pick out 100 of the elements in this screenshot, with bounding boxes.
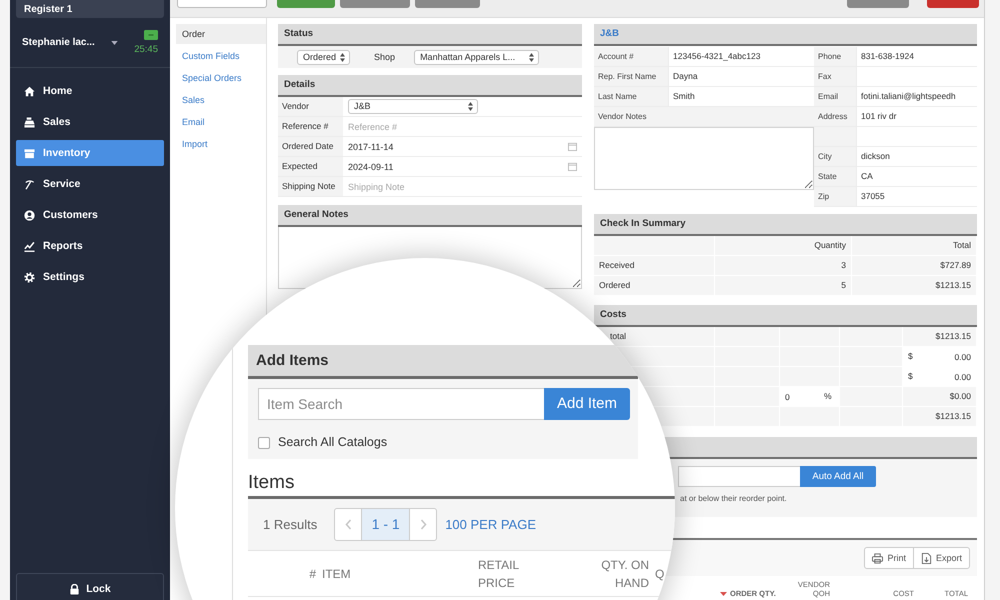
- field-label: Reference #: [278, 117, 343, 136]
- field-label: Ordered Date: [278, 137, 343, 156]
- cost-value: $1213.15: [903, 327, 977, 346]
- field-label: Account #: [594, 47, 668, 66]
- sidebar-item[interactable]: Reports: [16, 233, 164, 259]
- text-field[interactable]: Shipping Note: [348, 180, 577, 194]
- toolbar-button[interactable]: [927, 0, 979, 8]
- lock-icon: [69, 584, 80, 595]
- field-value: fotini.taliani@lightspeedh: [856, 87, 977, 106]
- sidebar-item[interactable]: Home: [16, 78, 164, 104]
- text-field[interactable]: Reference #: [348, 120, 577, 134]
- cost-value: $0.00: [903, 387, 977, 406]
- add-item-button[interactable]: Add Item: [544, 388, 630, 420]
- subnav-item[interactable]: Custom Fields: [176, 46, 266, 66]
- timer-text: 25:45: [134, 44, 158, 55]
- section-header: Check In Summary: [594, 214, 977, 236]
- column-header: ITEM: [322, 566, 352, 582]
- sidebar-item[interactable]: Sales: [16, 109, 164, 135]
- reorder-note: at or below their reorder point.: [680, 493, 787, 505]
- field-label: City: [814, 147, 856, 166]
- document-icon: [920, 552, 932, 564]
- up-down-arrows-icon: [529, 52, 534, 62]
- reorder-field[interactable]: [678, 466, 800, 487]
- section-header: Details: [278, 75, 582, 97]
- sidebar-item[interactable]: Settings: [16, 264, 164, 290]
- field-label: Shipping Note: [278, 177, 343, 196]
- toolbar-button[interactable]: [847, 0, 909, 8]
- field-label: Phone: [814, 47, 856, 66]
- table-cell: $727.89: [852, 256, 977, 275]
- field-label: Vendor Notes: [594, 107, 814, 127]
- column-header: #: [308, 566, 316, 582]
- field-value: dickson: [856, 147, 977, 166]
- line-chart-icon: [24, 240, 35, 252]
- field-label: Vendor: [278, 97, 343, 116]
- field-value: 37055: [856, 187, 977, 206]
- item-search-field[interactable]: Item Search: [258, 388, 544, 420]
- sidebar-item[interactable]: Service: [16, 171, 164, 197]
- toolbar-button[interactable]: [277, 0, 335, 8]
- field-value: 101 riv dr: [856, 107, 977, 126]
- notes-field[interactable]: [594, 127, 814, 190]
- per-page-link[interactable]: 100 PER PAGE: [445, 516, 536, 532]
- register-label: Register 1: [16, 0, 164, 18]
- date-field[interactable]: 2024-09-11: [348, 160, 564, 174]
- cost-value: $1213.15: [903, 407, 977, 426]
- toolbar-button[interactable]: [177, 0, 267, 8]
- field-label: Fax: [814, 67, 856, 86]
- home-icon: [24, 86, 35, 96]
- lock-button[interactable]: Lock: [16, 573, 164, 600]
- column-header: Quantity: [715, 236, 852, 255]
- percent-field[interactable]: 0: [780, 387, 824, 406]
- sidebar-item[interactable]: Customers: [16, 202, 164, 228]
- status-badge-icon: [144, 30, 158, 40]
- shop-label: Shop: [374, 52, 396, 62]
- caret-down-icon: [110, 40, 118, 44]
- date-field[interactable]: 2017-11-14: [348, 140, 564, 154]
- field-value: 831-638-1924: [856, 47, 977, 66]
- section-title: Items: [248, 471, 294, 495]
- amount-field[interactable]: 0.00: [919, 367, 976, 386]
- section-header: Status: [278, 24, 582, 46]
- field-label: Zip: [814, 187, 856, 206]
- field-label: Rep. First Name: [594, 67, 668, 86]
- subnav-item[interactable]: Email: [176, 112, 266, 132]
- currency-symbol: $: [903, 347, 919, 366]
- amount-field[interactable]: 0.00: [919, 347, 976, 366]
- cash-register-icon: [24, 116, 35, 128]
- toolbar-button[interactable]: [340, 0, 410, 8]
- percent-sign: %: [824, 387, 840, 406]
- page-indicator: 1 - 1: [362, 508, 410, 541]
- subnav-item[interactable]: Sales: [176, 90, 266, 110]
- shop-select[interactable]: Manhattan Apparels L...: [414, 50, 540, 64]
- vendor-select[interactable]: J&B: [348, 99, 478, 114]
- field-label: Address: [814, 107, 856, 126]
- results-count: 1 Results: [263, 516, 318, 532]
- toolbar-button[interactable]: [415, 0, 480, 8]
- field-label: Last Name: [594, 87, 668, 106]
- up-down-arrows-icon: [468, 102, 473, 111]
- auto-add-button[interactable]: Auto Add All: [800, 466, 876, 487]
- export-button[interactable]: Export: [912, 547, 970, 569]
- column-header: RETAIL PRICE: [478, 556, 520, 592]
- section-header: General Notes: [278, 205, 582, 227]
- print-button[interactable]: Print: [864, 547, 914, 569]
- subnav-item[interactable]: Order: [176, 24, 266, 44]
- up-down-arrows-icon: [340, 52, 346, 62]
- column-header: Q: [655, 566, 664, 582]
- settings-icon: [24, 272, 35, 282]
- calendar-icon: [568, 162, 577, 171]
- section-header: Add Items: [248, 345, 638, 379]
- user-menu[interactable]: Stephanie lac...: [22, 36, 95, 48]
- chevron-right-icon: [420, 519, 427, 530]
- field-value: CA: [856, 167, 977, 186]
- field-label: State: [814, 167, 856, 186]
- status-select[interactable]: Ordered: [297, 50, 350, 64]
- currency-symbol: $: [903, 367, 919, 386]
- checkbox[interactable]: [258, 436, 270, 448]
- subnav-item[interactable]: Import: [176, 134, 266, 154]
- user-circle-icon: [24, 210, 35, 220]
- pickaxe-icon: [24, 178, 35, 190]
- table-cell: $1213.15: [852, 276, 977, 295]
- box-icon: [24, 148, 35, 158]
- subnav-item[interactable]: Special Orders: [176, 68, 266, 88]
